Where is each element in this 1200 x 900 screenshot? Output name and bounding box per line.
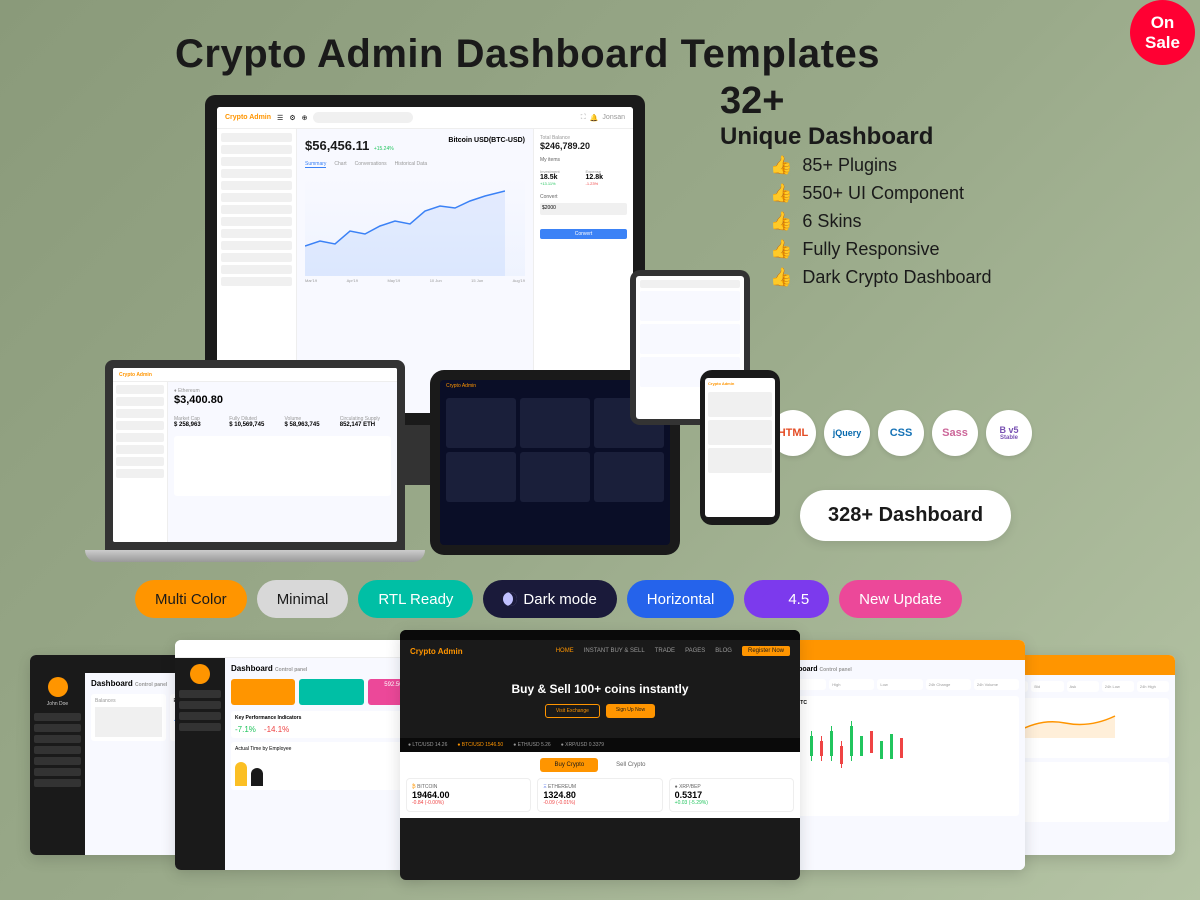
thumb-icon: 👍 (770, 155, 792, 176)
balance-change: +15.24% (374, 146, 394, 152)
sidebar-item[interactable] (221, 241, 292, 250)
sidebar-item[interactable] (221, 157, 292, 166)
rtl-badge: RTL Ready (358, 580, 473, 618)
bootstrap-logo: B v5Stable (986, 410, 1032, 456)
thumb-icon: 👍 (770, 211, 792, 232)
coin-pair: Bitcoin USD(BTC-USD) (448, 137, 525, 155)
ticker: ● LTC/USD 14.26 ● BTC/USD 1546.50 ● ETH/… (400, 738, 800, 752)
update-badge: New Update (839, 580, 962, 618)
tech-logos: HTML jQuery CSS Sass B v5Stable (770, 410, 1032, 456)
bootstrap-icon (761, 586, 786, 611)
sass-logo: Sass (932, 410, 978, 456)
headline-number: 32+ (720, 80, 933, 123)
multicolor-badge: Multi Color (135, 580, 247, 618)
thumb-icon: 👍 (770, 267, 792, 288)
coin-price: $3,400.80 (174, 394, 391, 406)
tab-conversations[interactable]: Conversations (355, 161, 387, 168)
brand-logo: Crypto Admin (225, 114, 271, 121)
coin-card[interactable]: ● XRP/BEP 0.5317 +0.03 (-5.29%) (669, 778, 794, 812)
sale-line2: Sale (1145, 33, 1180, 53)
brand-logo: Crypto Admin (410, 647, 463, 656)
css-logo: CSS (878, 410, 924, 456)
sale-line1: On (1151, 13, 1175, 33)
laptop-header: Crypto Admin (113, 368, 397, 382)
candlestick-chart: BDT/BTC (781, 696, 1019, 816)
sidebar-item[interactable] (221, 277, 292, 286)
balance-value: $56,456.11 (305, 138, 369, 153)
laptop-mockup: Crypto Admin ♦ Ethereum $3,400.80 (85, 360, 425, 562)
tab-historical[interactable]: Historical Data (395, 161, 428, 168)
buy-tab[interactable]: Buy Crypto (540, 758, 598, 772)
sidebar-item[interactable] (221, 145, 292, 154)
sidebar-item[interactable] (221, 193, 292, 202)
bottom-theme-2: Dashboard Control panel 592.50 Key Perfo… (175, 640, 425, 870)
jquery-logo: jQuery (824, 410, 870, 456)
price-chart (305, 176, 525, 276)
thumb-icon: 👍 (770, 183, 792, 204)
dashboard-count-badge: 328+ Dashboard (800, 490, 1011, 541)
sidebar-item[interactable] (221, 265, 292, 274)
bootstrap-badge: 4.5 (744, 580, 829, 618)
sell-tab[interactable]: Sell Crypto (602, 758, 659, 772)
total-value: $246,789.20 (540, 141, 627, 151)
dark-mode-badge: Dark mode (483, 580, 616, 618)
chart-tabs: Summary Chart Conversations Historical D… (305, 161, 525, 168)
feature-item: 👍Dark Crypto Dashboard (770, 267, 992, 288)
headline-text: Unique Dashboard (720, 123, 933, 151)
laptop-sidebar (113, 382, 168, 542)
tab-summary[interactable]: Summary (305, 161, 326, 168)
sidebar-item[interactable] (221, 253, 292, 262)
sidebar-item[interactable] (221, 205, 292, 214)
sidebar-item[interactable] (221, 133, 292, 142)
bottom-theme-3: Crypto Admin HOME INSTANT BUY & SELL TRA… (400, 630, 800, 880)
feature-buttons: Multi Color Minimal RTL Ready Dark mode … (135, 580, 962, 618)
sale-badge: On Sale (1130, 0, 1195, 65)
feature-list: 👍85+ Plugins 👍550+ UI Component 👍6 Skins… (770, 155, 992, 295)
monitor-header: Crypto Admin ☰⚙⊕ ⛶🔔Jonsan (217, 107, 633, 129)
avatar (190, 664, 210, 684)
feature-item: 👍6 Skins (770, 211, 992, 232)
coin-card[interactable]: Ξ ETHEREUM 1324.80 -0.09 (-0.01%) (537, 778, 662, 812)
sidebar-item[interactable] (221, 169, 292, 178)
feature-item: 👍550+ UI Component (770, 183, 992, 204)
thumb-icon: 👍 (770, 239, 792, 260)
avatar (48, 677, 68, 697)
headline: 32+ Unique Dashboard (720, 80, 933, 151)
hero-title: Buy & Sell 100+ coins instantly (410, 682, 790, 696)
visit-exchange-button[interactable]: Visit Exchange (545, 704, 600, 718)
coin-card[interactable]: ₿ BITCOIN 19464.00 -0.84 (-0.00%) (406, 778, 531, 812)
sidebar-item[interactable] (221, 217, 292, 226)
search-input[interactable] (313, 112, 413, 123)
sidebar-item[interactable] (221, 181, 292, 190)
convert-button[interactable]: Convert (540, 229, 627, 239)
moon-icon (503, 592, 517, 606)
bottom-theme-4: Dashboard Control panel Last High Low 24… (775, 640, 1025, 870)
phone-mockup: Crypto Admin (700, 370, 780, 525)
tab-chart[interactable]: Chart (334, 161, 346, 168)
minimal-badge: Minimal (257, 580, 349, 618)
sidebar-item[interactable] (221, 229, 292, 238)
horizontal-badge: Horizontal (627, 580, 735, 618)
signup-button[interactable]: Sign Up Now (606, 704, 655, 718)
feature-item: 👍Fully Responsive (770, 239, 992, 260)
page-title: Crypto Admin Dashboard Templates (175, 32, 880, 77)
feature-item: 👍85+ Plugins (770, 155, 992, 176)
register-button[interactable]: Register Now (742, 646, 790, 656)
